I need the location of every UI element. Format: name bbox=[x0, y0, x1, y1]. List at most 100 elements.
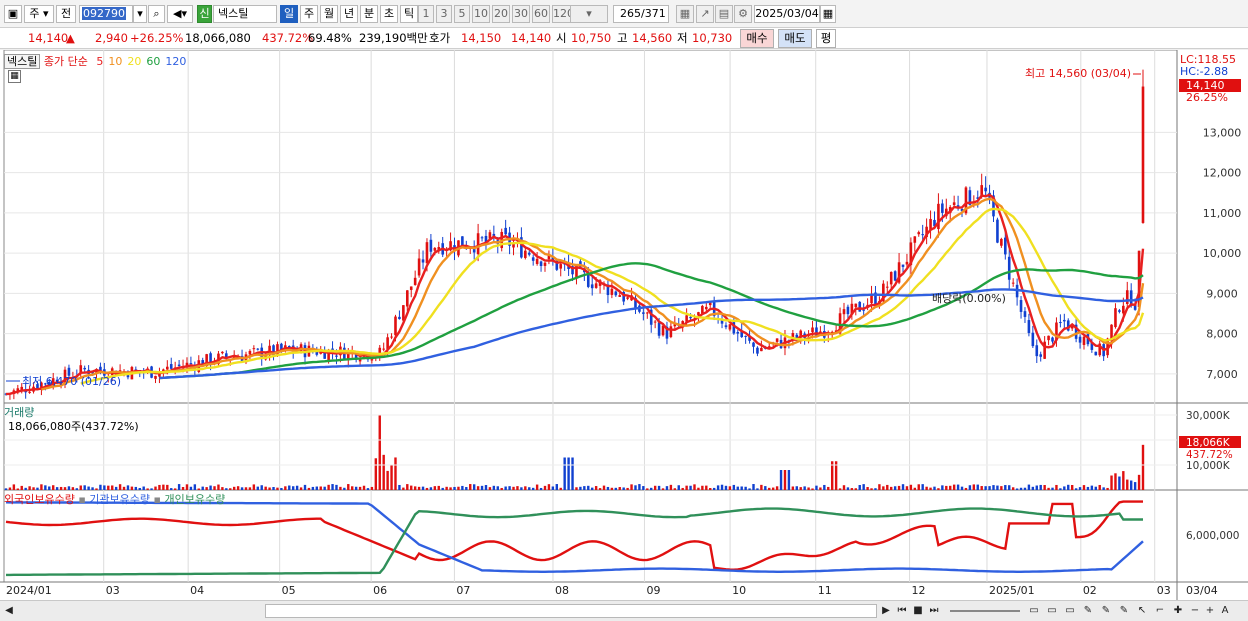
period-tab-5[interactable]: 초 bbox=[380, 5, 398, 23]
open-price: 10,750 bbox=[571, 31, 612, 45]
crosshair-icon[interactable]: ✚ bbox=[1170, 603, 1186, 619]
volume-bar bbox=[213, 486, 216, 490]
volume-bar bbox=[771, 487, 775, 490]
volume-bar bbox=[303, 484, 307, 490]
stock-name-field[interactable]: 넥스틸 bbox=[213, 5, 277, 23]
zoom-in-icon[interactable]: + bbox=[1203, 603, 1217, 619]
volume-bar bbox=[960, 486, 964, 490]
prev-button[interactable]: 전 bbox=[56, 5, 76, 23]
scroll-thumb[interactable] bbox=[265, 604, 877, 618]
gear-icon[interactable]: ⚙ bbox=[734, 5, 752, 23]
stock-code-input[interactable]: 092790 bbox=[79, 5, 133, 23]
interval-button-3[interactable]: 3 bbox=[436, 5, 452, 23]
period-tab-6[interactable]: 틱 bbox=[400, 5, 418, 23]
volume-bar bbox=[307, 487, 311, 490]
date-field[interactable]: 2025/03/04 bbox=[754, 5, 820, 23]
volume-bar bbox=[8, 487, 12, 490]
pointer-icon[interactable]: ↖ bbox=[1134, 603, 1150, 619]
period-tab-1[interactable]: 주 bbox=[300, 5, 318, 23]
speaker-icon[interactable]: ◀▾ bbox=[167, 5, 193, 23]
volume-bar bbox=[417, 486, 421, 490]
interval-button-60[interactable]: 60 bbox=[532, 5, 550, 23]
interval-custom-select[interactable]: ▾ bbox=[570, 5, 608, 23]
volume-bar bbox=[535, 484, 539, 490]
volume-bar bbox=[406, 484, 409, 490]
sell-button[interactable]: 매도 bbox=[778, 29, 812, 48]
period-tab-3[interactable]: 년 bbox=[340, 5, 358, 23]
volume-bar bbox=[1011, 487, 1015, 490]
volume-bar bbox=[118, 484, 122, 490]
candle-body bbox=[917, 232, 921, 235]
pen-icon[interactable]: ✎ bbox=[1080, 603, 1096, 619]
interval-button-20[interactable]: 20 bbox=[492, 5, 510, 23]
volume-bar bbox=[563, 457, 566, 490]
volume-bar bbox=[449, 487, 452, 490]
chart-window: ▣ 주 ▾ 전 092790 ▾ ⌕ ◀▾ 신 넥스틸 일주월년분초틱 1351… bbox=[0, 0, 1248, 621]
period-tab-4[interactable]: 분 bbox=[360, 5, 378, 23]
volume-bar bbox=[32, 487, 35, 490]
volume-bar bbox=[95, 488, 98, 490]
candle-body bbox=[504, 227, 507, 235]
volume-bar bbox=[1067, 484, 1070, 490]
period-tab-0[interactable]: 일 bbox=[280, 5, 298, 23]
search-icon[interactable]: ⌕ bbox=[148, 5, 165, 23]
font-size-icon[interactable]: A bbox=[1218, 603, 1232, 619]
volume-bar bbox=[531, 487, 535, 490]
candle-body bbox=[862, 309, 865, 311]
individual-holdings-label: 개인보유수량 bbox=[164, 493, 226, 506]
chart-area[interactable]: 2024/01 03 04 05 06 07 08 09 10 11 12 2025/01 02 03 03… bbox=[0, 50, 1248, 600]
volume-bar bbox=[830, 461, 834, 490]
candle-tool-icon[interactable]: ▦ bbox=[676, 5, 694, 23]
interval-button-10[interactable]: 10 bbox=[472, 5, 490, 23]
interval-button-5[interactable]: 5 bbox=[454, 5, 470, 23]
save-icon[interactable]: ▤ bbox=[715, 5, 733, 23]
interval-button-30[interactable]: 30 bbox=[512, 5, 530, 23]
volume-bar bbox=[701, 485, 704, 490]
zoom-slider[interactable] bbox=[950, 610, 1020, 612]
calendar-icon[interactable]: ▦ bbox=[820, 5, 836, 23]
compare-icon[interactable]: ▭ bbox=[1062, 603, 1078, 619]
grid-table-icon[interactable]: ▦ bbox=[8, 70, 21, 83]
count-field[interactable]: 265/371 bbox=[613, 5, 669, 23]
code-dropdown-icon[interactable]: ▾ bbox=[133, 5, 147, 23]
chart-canvas[interactable]: 2024/01 03 04 05 06 07 08 09 10 11 12 2025/01 02 03 03… bbox=[0, 50, 1248, 600]
volume-bar bbox=[189, 486, 193, 490]
dividend-label: 배당락(0.00%) bbox=[932, 292, 1006, 305]
split-icon[interactable]: ▭ bbox=[1044, 603, 1060, 619]
rewind-icon[interactable]: ⏮ bbox=[895, 603, 909, 619]
volume-bar bbox=[846, 487, 850, 490]
layout-icon[interactable]: ▣ bbox=[4, 5, 22, 23]
volume-bar bbox=[1074, 488, 1078, 490]
candle-body bbox=[842, 309, 846, 315]
volume-bar bbox=[185, 484, 189, 490]
magnet-icon[interactable]: ⌐ bbox=[1152, 603, 1168, 619]
volume-bar bbox=[736, 486, 739, 490]
volume-bar bbox=[791, 486, 795, 490]
period-type-select[interactable]: 주 ▾ bbox=[24, 5, 54, 23]
volume-bar bbox=[130, 486, 134, 490]
candle-body bbox=[480, 237, 484, 239]
volume-current-label: 18,066K bbox=[1186, 437, 1231, 449]
scroll-left-icon[interactable]: ◀ bbox=[3, 603, 15, 619]
draw-tool-icon[interactable]: ↗ bbox=[696, 5, 714, 23]
stock-tag[interactable]: 넥스틸 bbox=[4, 54, 41, 69]
period-tab-2[interactable]: 월 bbox=[320, 5, 338, 23]
buy-button[interactable]: 매수 bbox=[740, 29, 774, 48]
pen3-icon[interactable]: ✎ bbox=[1116, 603, 1132, 619]
zoom-out-icon[interactable]: − bbox=[1188, 603, 1202, 619]
price-change-pct: +26.25% bbox=[130, 31, 184, 45]
avg-button[interactable]: 평 bbox=[816, 29, 836, 48]
forward-icon[interactable]: ⏭ bbox=[927, 603, 941, 619]
interval-button-1[interactable]: 1 bbox=[418, 5, 434, 23]
stop-icon[interactable]: ■ bbox=[911, 603, 925, 619]
chart-scrollbar[interactable]: ◀ ▶ ⏮ ■ ⏭ ▭ ▭ ▭ ✎ ✎ ✎ ↖ ⌐ ✚ − + A bbox=[0, 600, 1248, 621]
fit-icon[interactable]: ▭ bbox=[1026, 603, 1042, 619]
ma-period-10: 10 bbox=[108, 55, 123, 68]
volume-bar bbox=[484, 485, 488, 490]
scroll-right-icon[interactable]: ▶ bbox=[880, 603, 892, 619]
volume-bar bbox=[240, 487, 244, 490]
pen2-icon[interactable]: ✎ bbox=[1098, 603, 1114, 619]
volume-bar bbox=[681, 487, 684, 490]
volume-bar bbox=[712, 487, 716, 490]
volume-bar bbox=[1102, 487, 1105, 490]
